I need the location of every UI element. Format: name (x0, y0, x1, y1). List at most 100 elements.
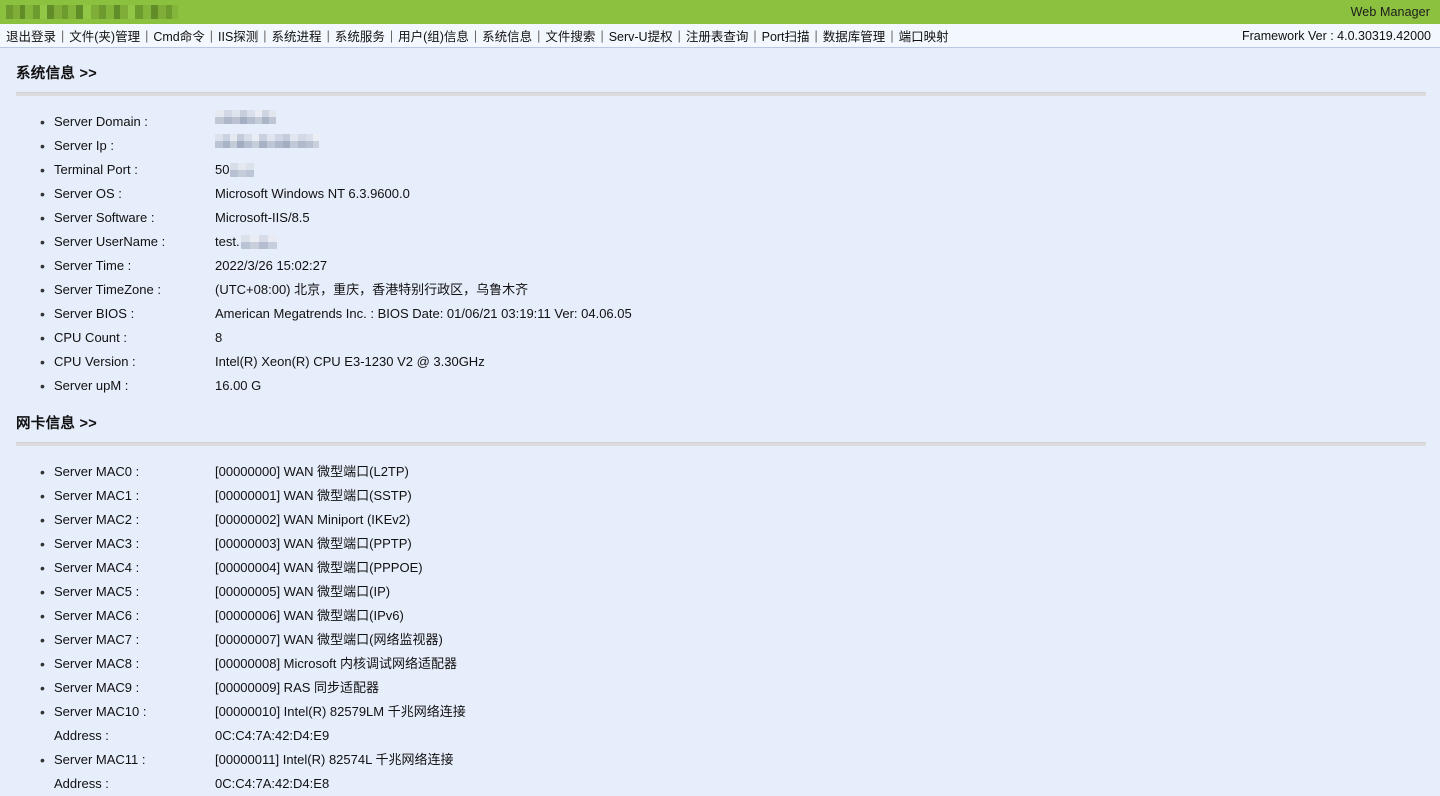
section-heading-1: 网卡信息 >> (16, 416, 98, 432)
info-value (215, 134, 1440, 148)
nav-link-3[interactable]: IIS探测 (216, 26, 260, 45)
info-row: • Server TimeZone : (UTC+08:00) 北京，重庆，香港特别… (0, 278, 1440, 302)
info-value: American Megatrends Inc. : BIOS Date: 01… (215, 306, 632, 321)
nav-separator: | (389, 28, 394, 43)
bullet-icon: • (40, 680, 45, 696)
nav-link-12[interactable]: 数据库管理 (821, 26, 888, 45)
nav-separator: | (890, 28, 894, 43)
bullet-icon: • (40, 330, 45, 346)
info-row: • Server Time : 2022/3/26 15:02:27 (0, 254, 1440, 278)
nav-separator: | (537, 28, 541, 43)
info-label: Server Software : (54, 210, 155, 225)
info-label: Server MAC0 : (54, 464, 140, 479)
info-label: Server MAC1 : (54, 488, 140, 503)
info-value: [00000004] WAN 微型端口(PPPOE) (215, 560, 423, 575)
info-label: Server MAC6 : (54, 608, 140, 623)
nav-separator: | (473, 28, 478, 43)
info-label: Server MAC4 : (54, 560, 140, 575)
bullet-icon: • (40, 210, 45, 226)
info-label: Server BIOS : (54, 306, 135, 321)
info-label: Server TimeZone : (54, 282, 161, 297)
info-row: • Server MAC11 : [00000011] Intel(R) 82574… (0, 748, 1440, 772)
info-row: • Server Software : Microsoft-IIS/8.5 (0, 206, 1440, 230)
bullet-icon: • (40, 584, 45, 600)
info-label: Server OS : (54, 186, 122, 201)
web-manager-label: Web Manager (1350, 5, 1430, 19)
bullet-icon: • (40, 632, 45, 648)
info-value: [00000010] Intel(R) 82579LM 千兆网络连接 (215, 704, 466, 719)
nav-link-2[interactable]: Cmd命令 (151, 26, 206, 45)
bullet-icon: • (40, 512, 45, 528)
info-label: CPU Count : (54, 330, 127, 345)
nav-link-6[interactable]: 用户(组)信息 (396, 26, 471, 45)
info-value (215, 110, 1440, 124)
info-label: Server MAC5 : (54, 584, 140, 599)
info-row: • Server MAC0 : [00000000] WAN 微型端口(L2TP) (0, 460, 1440, 484)
bullet-icon: • (40, 560, 45, 576)
info-value: (UTC+08:00) 北京，重庆，香港特别行政区，乌鲁木齐 (215, 282, 529, 297)
info-row: • Server UserName : test. (0, 230, 1440, 254)
nav-link-5[interactable]: 系统服务 (333, 26, 387, 45)
info-label: Terminal Port : (54, 162, 138, 177)
info-row: • Server MAC8 : [00000008] Microsoft 内核调试网… (0, 652, 1440, 676)
nav-separator: | (263, 28, 267, 43)
info-row: • Server upM : 16.00 G (0, 374, 1440, 398)
bullet-icon: • (40, 608, 45, 624)
main-navigation-bar: 退出登录 | 文件(夹)管理 | Cmd命令 | IIS探测 | 系统进程 | 系统服务 | 用户(组)… (0, 24, 1440, 48)
bullet-icon: • (40, 656, 45, 672)
info-row: • CPU Count : 8 (0, 326, 1440, 350)
info-value: [00000009] RAS 同步适配器 (215, 680, 380, 695)
info-value: [00000005] WAN 微型端口(IP) (215, 584, 391, 599)
nav-link-list: 退出登录 | 文件(夹)管理 | Cmd命令 | IIS探测 | 系统进程 | 系统服务 | 用户(组)… (4, 26, 951, 45)
redacted-value-domain (215, 110, 276, 124)
nav-separator: | (61, 28, 65, 43)
nav-link-7[interactable]: 系统信息 (480, 26, 534, 45)
info-label: Address : (54, 728, 109, 743)
info-value: 8 (215, 330, 223, 345)
info-label: Server MAC11 : (54, 752, 146, 767)
page-content: 系统信息 >> • Server Domain : • Server Ip : • Term… (0, 48, 1440, 796)
nav-link-1[interactable]: 文件(夹)管理 (67, 26, 142, 45)
info-row: • Terminal Port : 50 (0, 158, 1440, 182)
section-heading-0: 系统信息 >> (16, 66, 98, 82)
info-row: •Address : 0C:C4:7A:42:D4:E9 (0, 724, 1440, 748)
nav-link-10[interactable]: 注册表查询 (684, 26, 751, 45)
nav-link-0[interactable]: 退出登录 (4, 26, 58, 45)
bullet-icon: • (40, 186, 45, 202)
info-value: [00000002] WAN Miniport (IKEv2) (215, 512, 411, 527)
info-value: [00000011] Intel(R) 82574L 千兆网络连接 (215, 752, 454, 767)
info-value: 0C:C4:7A:42:D4:E9 (215, 728, 330, 743)
info-row: • Server MAC10 : [00000010] Intel(R) 82579… (0, 700, 1440, 724)
info-label: Server MAC10 : (54, 704, 147, 719)
info-value: 0C:C4:7A:42:D4:E8 (215, 776, 330, 791)
info-value: 2022/3/26 15:02:27 (215, 258, 328, 273)
info-label: Server MAC2 : (54, 512, 140, 527)
info-label: Server MAC7 : (54, 632, 140, 647)
info-row: • Server MAC1 : [00000001] WAN 微型端口(SSTP) (0, 484, 1440, 508)
info-list-1: • Server MAC0 : [00000000] WAN 微型端口(L2TP) •… (0, 446, 1440, 796)
nav-separator: | (209, 28, 213, 43)
nav-separator: | (677, 28, 681, 43)
bullet-icon: • (40, 752, 45, 768)
nav-link-9[interactable]: Serv-U提权 (607, 26, 675, 45)
bullet-icon: • (40, 138, 45, 154)
bullet-icon: • (40, 354, 45, 370)
info-row: • Server MAC3 : [00000003] WAN 微型端口(PPTP) (0, 532, 1440, 556)
info-row: • Server MAC5 : [00000005] WAN 微型端口(IP) (0, 580, 1440, 604)
bullet-icon: • (40, 306, 45, 322)
info-row: • Server OS : Microsoft Windows NT 6.3.960… (0, 182, 1440, 206)
info-label: Server MAC8 : (54, 656, 140, 671)
nav-separator: | (326, 28, 330, 43)
info-row: • Server MAC4 : [00000004] WAN 微型端口(PPPOE) (0, 556, 1440, 580)
info-row: • Server Ip : (0, 134, 1440, 158)
bullet-placeholder: • (40, 772, 54, 796)
info-row: • Server MAC9 : [00000009] RAS 同步适配器 (0, 676, 1440, 700)
nav-link-11[interactable]: Port扫描 (760, 26, 812, 45)
nav-link-13[interactable]: 端口映射 (897, 26, 951, 45)
nav-link-8[interactable]: 文件搜索 (543, 26, 597, 45)
info-label: CPU Version : (54, 354, 136, 369)
bullet-icon: • (40, 114, 45, 130)
nav-link-4[interactable]: 系统进程 (270, 26, 324, 45)
info-row: •Address : 0C:C4:7A:42:D4:E8 (0, 772, 1440, 796)
info-row: • Server BIOS : American Megatrends Inc. :… (0, 302, 1440, 326)
